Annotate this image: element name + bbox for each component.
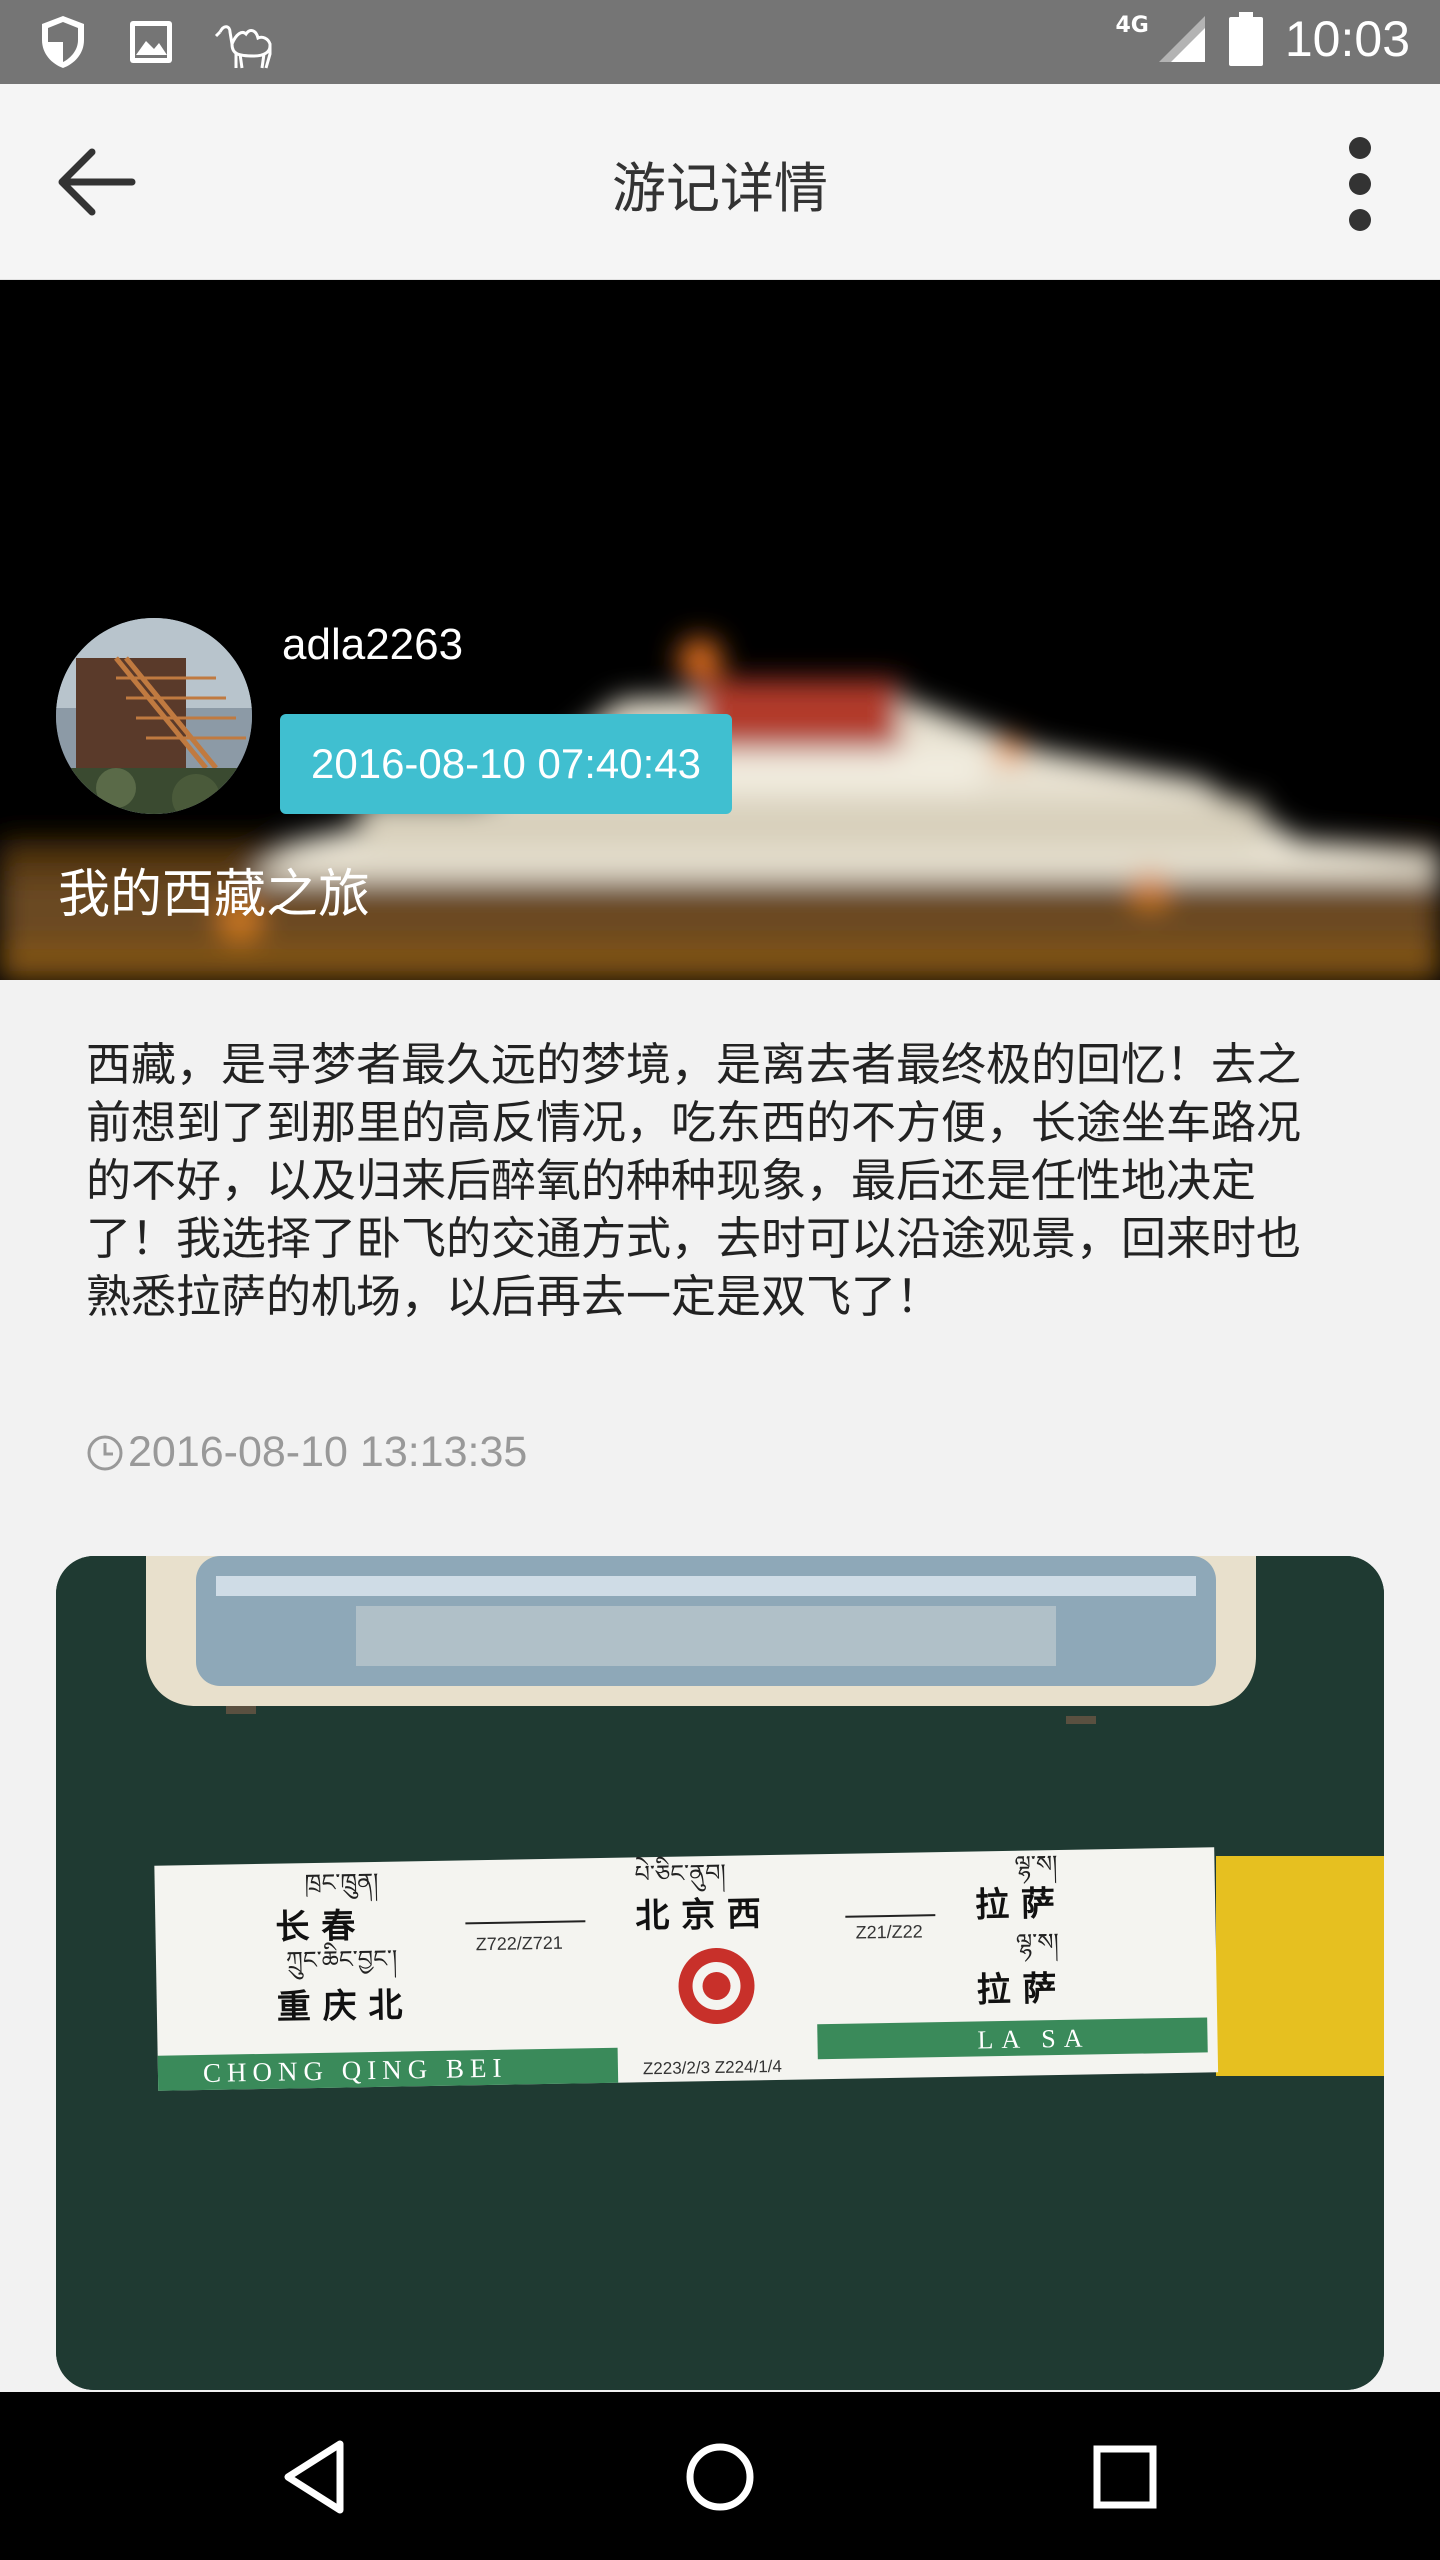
entry-photo[interactable]: ཁྲང་ཁྲུན། པེ་ཅིང་ནུབ། ལྷ་ས། ཀྲུང་ཆིང་བྱང…: [56, 1556, 1384, 2390]
sign-city-5: 拉 萨: [976, 1969, 1057, 2010]
entry-timestamp: 2016-08-10 13:13:35: [86, 1428, 527, 1477]
app-bar: 游记详情: [0, 84, 1440, 280]
shield-icon: [42, 16, 84, 68]
sign-route-1: Z722/Z721: [476, 1933, 563, 1955]
entry-text: 西藏，是寻梦者最久远的梦境，是离去者最终极的回忆！去之前想到了到那里的高反情况，…: [86, 1038, 1302, 1323]
sign-route-3: Z223/2/3 Z224/1/4: [643, 2057, 782, 2078]
sign-city-4: 重 庆 北: [276, 1985, 402, 2027]
signal-icon: [1158, 16, 1205, 62]
username[interactable]: adla2263: [282, 620, 463, 670]
home-circle-icon[interactable]: [675, 2432, 765, 2522]
back-triangle-icon[interactable]: [270, 2432, 360, 2522]
recents-square-icon[interactable]: [1080, 2432, 1170, 2522]
status-bar: 4G 10:03: [0, 0, 1440, 84]
sign-route-2: Z21/Z22: [855, 1921, 922, 1942]
entry-timestamp-text: 2016-08-10 13:13:35: [128, 1428, 528, 1476]
clock: 10:03: [1284, 11, 1410, 67]
camel-icon: [214, 25, 272, 69]
clock-icon: [87, 1435, 123, 1470]
trip-title: 我的西藏之旅: [58, 865, 371, 925]
system-nav-bar: [0, 2392, 1440, 2560]
page-title: 游记详情: [612, 157, 828, 220]
avatar[interactable]: [56, 618, 252, 814]
sign-city-3: 拉 萨: [975, 1884, 1056, 1925]
sign-pinyin-right: LA SA: [977, 2023, 1090, 2054]
sign-pinyin-left: CHONG QING BEI: [203, 2053, 508, 2088]
network-type: 4G: [1115, 12, 1149, 38]
more-vertical-icon[interactable]: [1330, 134, 1390, 234]
battery-icon: [1228, 12, 1263, 66]
sign-city-2: 北 京 西: [635, 1894, 761, 1936]
post-date-badge: 2016-08-10 07:40:43: [280, 714, 732, 814]
sign-city-1: 长 春: [275, 1906, 356, 1947]
image-icon: [130, 21, 172, 63]
